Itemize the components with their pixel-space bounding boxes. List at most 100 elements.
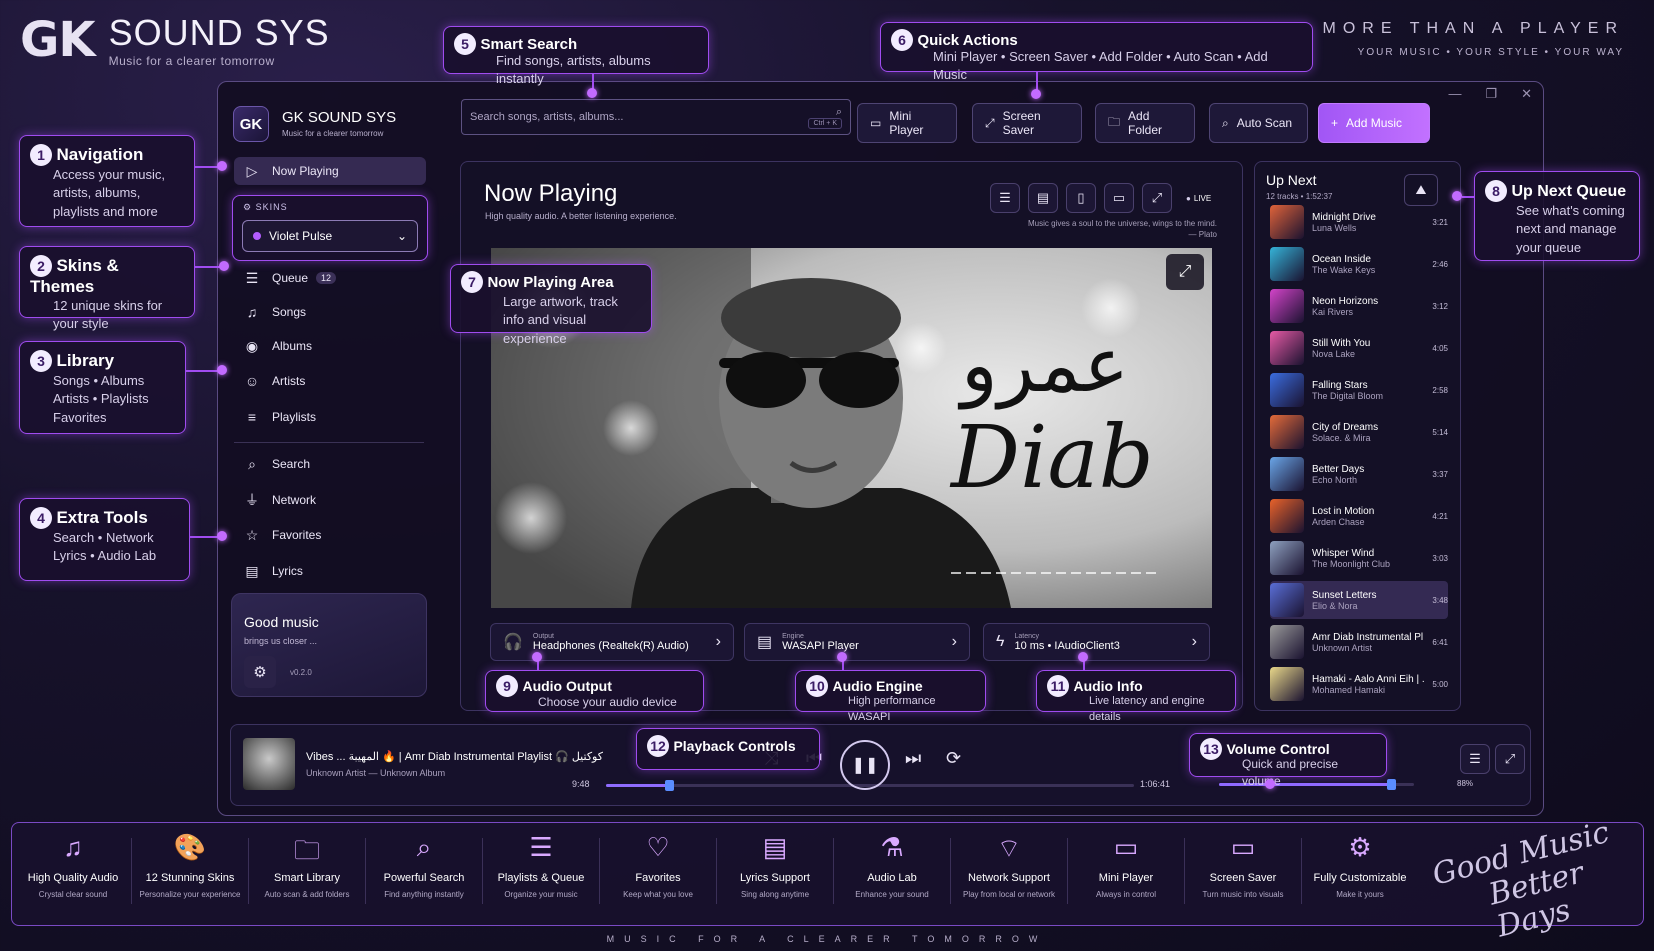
feature-title: High Quality Audio xyxy=(27,872,119,884)
queue-item-thumbnail xyxy=(1270,205,1304,239)
repeat-button[interactable]: ⟳ xyxy=(946,748,961,769)
sidebar-app-name: GK SOUND SYS xyxy=(282,109,397,126)
queue-item-artist: Nova Lake xyxy=(1312,348,1356,359)
callout-title: Quick Actions xyxy=(917,32,1018,49)
minimize-button[interactable]: — xyxy=(1448,86,1461,102)
sidebar-item-albums[interactable]: ◉ Albums xyxy=(234,332,426,360)
feature-title: Powerful Search xyxy=(383,872,465,884)
queue-item[interactable]: Falling Stars The Digital Bloom 2:58 xyxy=(1270,371,1448,409)
audio-output-card[interactable]: 🎧 Output Headphones (Realtek(R) Audio) › xyxy=(490,623,734,661)
artwork-expand-button[interactable]: ⤢ xyxy=(1166,254,1204,290)
expand-icon: ⤢ xyxy=(1151,190,1163,205)
queue-list-button[interactable]: ☰ xyxy=(1460,744,1490,774)
sidebar-item-playlists[interactable]: ≡ Playlists xyxy=(234,403,426,431)
progress-handle[interactable] xyxy=(665,780,675,791)
screen-saver-button[interactable]: ⤢ Screen Saver xyxy=(972,103,1082,143)
volume-handle[interactable] xyxy=(1386,779,1396,790)
sidebar-item-search[interactable]: ⌕ Search xyxy=(234,450,426,478)
pause-icon: ❚❚ xyxy=(851,757,879,774)
queue-item[interactable]: Whisper Wind The Moonlight Club 3:03 xyxy=(1270,539,1448,577)
queue-item-duration: 2:46 xyxy=(1432,259,1448,269)
queue-item-title: Neon Horizons xyxy=(1312,295,1379,307)
queue-item-title: Better Days xyxy=(1312,463,1365,475)
engine-label: Engine xyxy=(782,632,804,640)
next-button[interactable]: ⏭ xyxy=(905,748,921,769)
queue-item[interactable]: Still With You Nova Lake 4:05 xyxy=(1270,329,1448,367)
feature-icon: ☰ xyxy=(529,832,553,862)
search-input[interactable]: Search songs, artists, albums... Ctrl + … xyxy=(461,99,851,135)
fullscreen-player-button[interactable]: ⤢ xyxy=(1495,744,1525,774)
queue-item[interactable]: Hamaki - Aalo Anni Eih | ... Mohamed Hama… xyxy=(1270,665,1448,703)
window-controls: — ❐ ✕ xyxy=(1448,86,1532,102)
feature-sub: Personalize your experience xyxy=(139,890,241,899)
callout-title: Audio Info xyxy=(1073,678,1143,694)
sidebar-item-favorites[interactable]: ☆ Favorites xyxy=(234,521,426,549)
image-icon: ⛰ xyxy=(1415,182,1427,197)
feature-icon: ⌕ xyxy=(416,832,432,862)
elapsed-time: 9:48 xyxy=(572,779,590,789)
feature-item: ♫ High Quality Audio Crystal clear sound xyxy=(15,832,131,899)
monitor-icon: ▭ xyxy=(1112,190,1126,205)
settings-button[interactable]: ⚙ xyxy=(244,656,276,688)
sidebar-item-now-playing[interactable]: ▷ Now Playing xyxy=(234,157,426,185)
mini-player-button[interactable]: ▭ Mini Player xyxy=(857,103,957,143)
screen-button[interactable]: ▭ xyxy=(1104,183,1134,213)
add-folder-button[interactable]: 🗀 Add Folder xyxy=(1095,103,1195,143)
feature-title: Playlists & Queue xyxy=(497,872,585,884)
feature-icon: 🗀 xyxy=(293,835,320,865)
queue-manage-button[interactable]: ⛰ xyxy=(1404,174,1438,206)
close-button[interactable]: ✕ xyxy=(1521,86,1532,102)
queue-item[interactable]: Sunset Letters Elio & Nora 3:48 xyxy=(1270,581,1448,619)
queue-item-artist: Kai Rivers xyxy=(1312,306,1354,317)
sidebar-item-lyrics[interactable]: ▤ Lyrics xyxy=(234,557,426,585)
quote-author: — Plato xyxy=(1188,230,1217,240)
sidebar-item-label: Lyrics xyxy=(272,564,303,578)
list-button[interactable]: ☰ xyxy=(990,183,1020,213)
auto-scan-button[interactable]: ⌕ Auto Scan xyxy=(1209,103,1308,143)
lyrics-button[interactable]: ▯ xyxy=(1066,183,1096,213)
queue-item-artist: Mohamed Hamaki xyxy=(1312,684,1386,695)
audio-file-button[interactable]: ▤ xyxy=(1028,183,1058,213)
skin-color-dot xyxy=(253,232,261,240)
callout-number: 11 xyxy=(1047,675,1069,697)
latency-value: 10 ms • IAudioClient3 xyxy=(1014,639,1120,652)
add-music-button[interactable]: + Add Music xyxy=(1318,103,1430,143)
sidebar-item-network[interactable]: ⏚ Network xyxy=(234,486,426,514)
pause-button[interactable]: ❚❚ xyxy=(840,740,890,790)
connector-line xyxy=(195,166,219,168)
queue-item-title: Ocean Inside xyxy=(1312,253,1371,265)
fullscreen-button[interactable]: ⤢ xyxy=(1142,183,1172,213)
feature-sub: Find anything instantly xyxy=(384,890,464,899)
queue-item[interactable]: Lost in Motion Arden Chase 4:21 xyxy=(1270,497,1448,535)
connector-dot xyxy=(1265,779,1275,789)
queue-item[interactable]: Neon Horizons Kai Rivers 3:12 xyxy=(1270,287,1448,325)
queue-item[interactable]: Better Days Echo North 3:37 xyxy=(1270,455,1448,493)
queue-item[interactable]: City of Dreams Solace. & Mira 5:14 xyxy=(1270,413,1448,451)
current-track-thumbnail xyxy=(243,738,295,790)
sidebar-item-artists[interactable]: ☺ Artists xyxy=(234,367,426,395)
feature-icon: ▤ xyxy=(762,832,788,862)
feature-icon: ⚗ xyxy=(880,832,904,862)
callout-title: Library xyxy=(56,351,115,370)
callout-volume-control: 13 Volume Control Quick and precise volu… xyxy=(1189,733,1387,788)
chevron-right-icon: › xyxy=(1191,633,1197,650)
feature-divider xyxy=(1301,838,1302,904)
playlist-icon: ≡ xyxy=(247,409,257,425)
sidebar-item-label: Artists xyxy=(272,374,306,388)
feature-divider xyxy=(599,838,600,904)
queue-item[interactable]: Midnight Drive Luna Wells 3:21 xyxy=(1270,203,1448,241)
queue-item-duration: 3:12 xyxy=(1432,301,1448,311)
connector-dot xyxy=(587,88,597,98)
queue-item[interactable]: Ocean Inside The Wake Keys 2:46 xyxy=(1270,245,1448,283)
maximize-button[interactable]: ❐ xyxy=(1485,86,1497,102)
audio-latency-card[interactable]: ϟ Latency 10 ms • IAudioClient3 › xyxy=(983,623,1210,661)
feature-sub: Sing along anytime xyxy=(740,890,810,899)
queue-item[interactable]: Amr Diab Instrumental Pl... ♫Unknown Art… xyxy=(1270,623,1448,661)
connector-dot xyxy=(219,261,229,271)
sidebar-item-queue[interactable]: ☰ Queue 12 xyxy=(234,264,426,292)
connector-dot xyxy=(1452,191,1462,201)
skin-select[interactable]: Violet Pulse ⌄ xyxy=(242,220,418,252)
queue-item-duration: 3:21 xyxy=(1432,217,1448,227)
sidebar-item-songs[interactable]: ♫ Songs xyxy=(234,298,426,326)
audio-engine-card[interactable]: ▤ Engine WASAPI Player › xyxy=(744,623,970,661)
